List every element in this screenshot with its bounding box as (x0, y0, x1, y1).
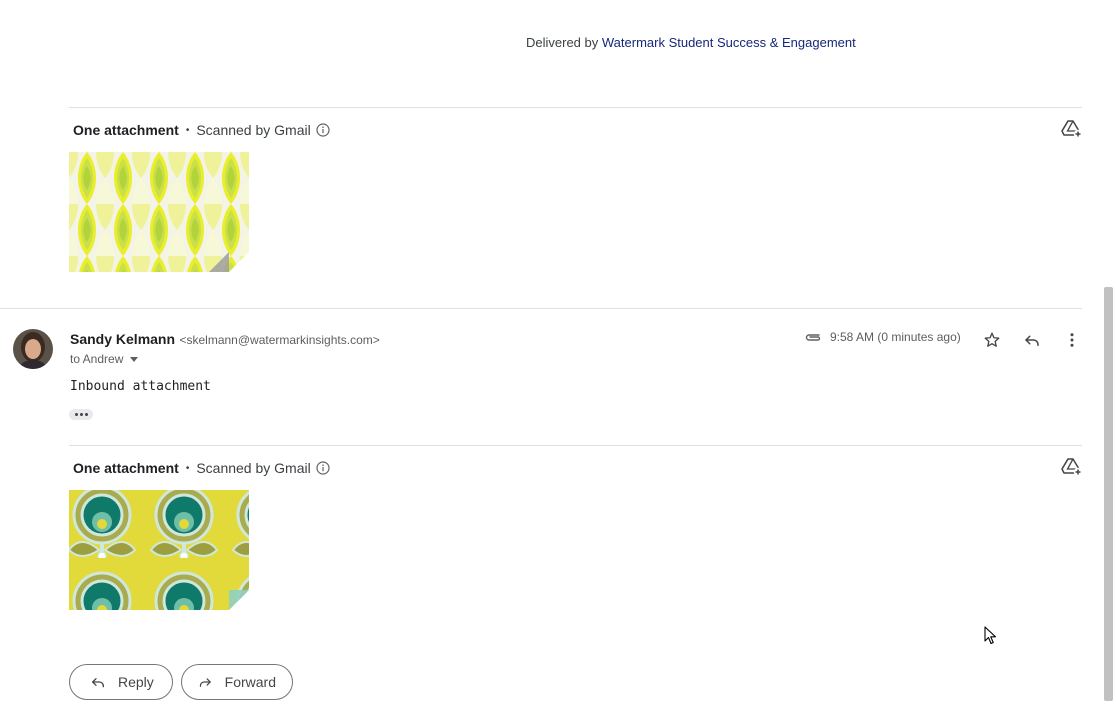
add-to-drive-icon[interactable] (1061, 457, 1083, 477)
forward-icon (199, 678, 211, 687)
message-body: Inbound attachment (70, 379, 211, 394)
separator-dot: • (185, 124, 190, 136)
divider (69, 445, 1082, 446)
separator-dot: • (185, 462, 190, 474)
message-time[interactable]: 9:58 AM (0 minutes ago) (830, 330, 961, 344)
chevron-down-icon[interactable] (130, 357, 139, 362)
attachment-count: One attachment (73, 122, 179, 138)
reply-label: Reply (118, 674, 154, 690)
reply-icon[interactable] (1020, 328, 1044, 352)
divider (0, 308, 1082, 309)
sender-email: <skelmann@watermarkinsights.com> (179, 333, 380, 347)
add-to-drive-icon[interactable] (1061, 119, 1083, 139)
attachment-count: One attachment (73, 460, 179, 476)
scanned-label: Scanned by Gmail (196, 122, 311, 138)
info-icon[interactable] (316, 461, 330, 475)
sender: Sandy Kelmann <skelmann@watermarkinsight… (70, 331, 380, 349)
attachment-header: One attachment • Scanned by Gmail (73, 460, 330, 476)
reply-button[interactable]: Reply (69, 664, 173, 700)
attachment-thumbnail-yellow[interactable] (69, 152, 249, 272)
forward-button[interactable]: Forward (181, 664, 293, 700)
show-trimmed-content-button[interactable] (69, 409, 93, 420)
recipient-label: to Andrew (70, 352, 124, 366)
delivered-by-line: Delivered by Watermark Student Success &… (526, 35, 856, 50)
divider (69, 107, 1082, 108)
attachment-header: One attachment • Scanned by Gmail (73, 122, 330, 138)
attachment-thumbnail-teal[interactable] (69, 490, 249, 610)
mouse-cursor-icon (984, 626, 997, 645)
message-meta: 9:58 AM (0 minutes ago) (805, 330, 961, 344)
scanned-label: Scanned by Gmail (196, 460, 311, 476)
paperclip-icon (805, 334, 821, 341)
more-vert-icon[interactable] (1060, 328, 1084, 352)
recipient-row[interactable]: to Andrew (70, 352, 139, 366)
scrollbar-thumb[interactable] (1104, 287, 1113, 701)
info-icon[interactable] (316, 123, 330, 137)
reply-icon (92, 678, 104, 688)
avatar[interactable] (13, 329, 53, 369)
delivered-prefix: Delivered by (526, 35, 602, 50)
star-icon[interactable] (980, 328, 1004, 352)
watermark-link[interactable]: Watermark Student Success & Engagement (602, 35, 856, 50)
sender-name[interactable]: Sandy Kelmann (70, 331, 175, 347)
forward-label: Forward (224, 674, 276, 690)
